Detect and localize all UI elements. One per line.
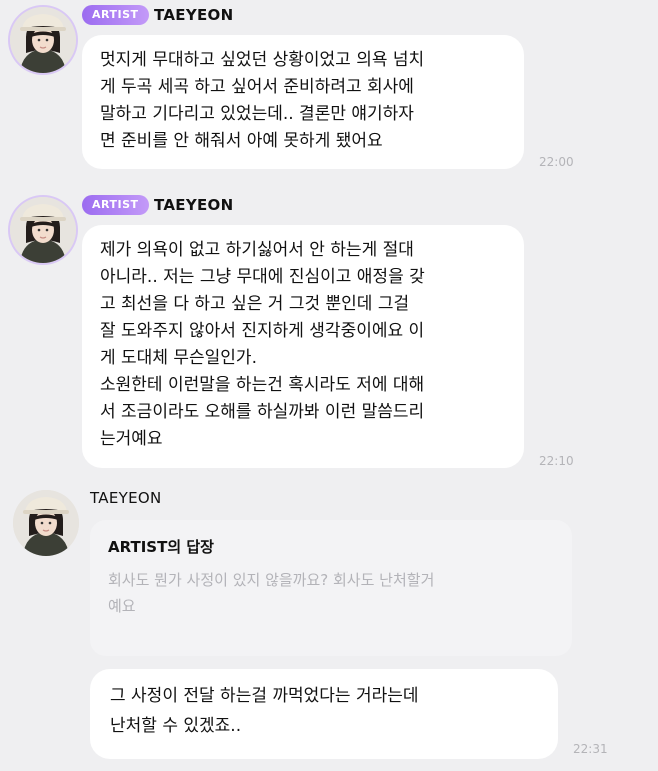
message-time: 22:00 xyxy=(539,155,574,169)
message-bubble[interactable]: 그 사정이 전달 하는걸 까먹었다는 거라는데 난처할 수 있겠죠.. xyxy=(90,669,558,759)
message-time: 22:10 xyxy=(539,454,574,468)
avatar-image xyxy=(13,490,79,556)
profile-avatar[interactable] xyxy=(13,490,79,556)
sender-name[interactable]: TAEYEON xyxy=(154,196,233,214)
reply-quote-box[interactable]: ARTIST의 답장 회사도 뭔가 사정이 있지 않을까요? 회사도 난처할거 … xyxy=(90,520,572,656)
reply-quote-text: 회사도 뭔가 사정이 있지 않을까요? 회사도 난처할거 예요 xyxy=(108,571,435,615)
sender-name[interactable]: TAEYEON xyxy=(90,489,162,507)
profile-avatar[interactable] xyxy=(10,197,76,263)
avatar-image xyxy=(10,197,76,263)
message-bubble[interactable]: 멋지게 무대하고 싶었던 상황이었고 의욕 넘치 게 두곡 세곡 하고 싶어서 … xyxy=(82,35,524,169)
avatar-image xyxy=(10,7,76,73)
message-time: 22:31 xyxy=(573,742,608,756)
message-bubble[interactable]: 제가 의욕이 없고 하기싫어서 안 하는게 절대 아니라.. 저는 그냥 무대에… xyxy=(82,225,524,468)
artist-badge: ARTIST xyxy=(82,195,149,215)
artist-badge: ARTIST xyxy=(82,5,149,25)
sender-name[interactable]: TAEYEON xyxy=(154,6,233,24)
reply-title: ARTIST의 답장 xyxy=(108,538,214,556)
profile-avatar[interactable] xyxy=(10,7,76,73)
